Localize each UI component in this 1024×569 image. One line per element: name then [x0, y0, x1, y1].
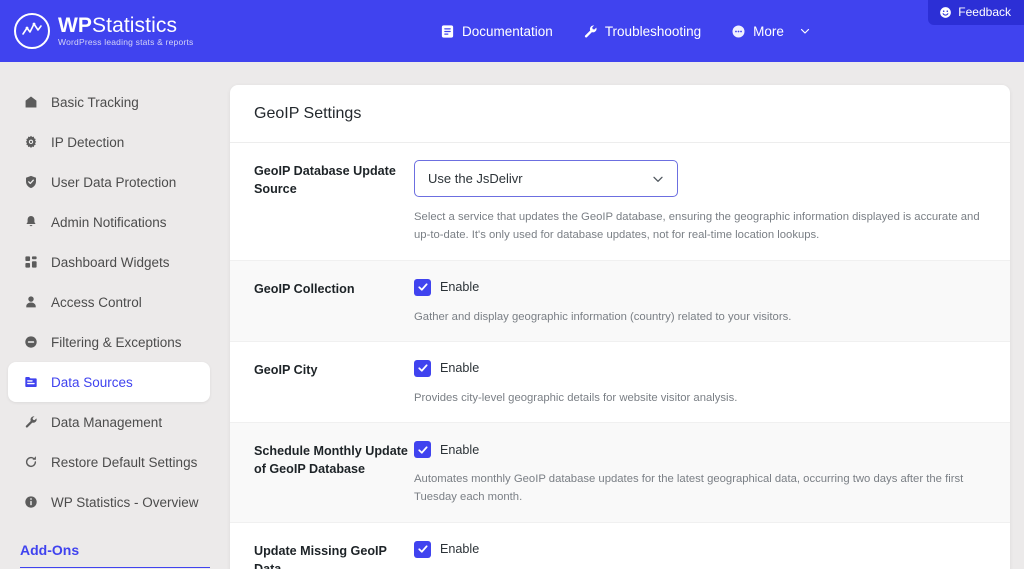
schedule-monthly-update-checkbox[interactable] — [414, 441, 431, 459]
bell-icon — [22, 215, 39, 229]
wrench-icon — [583, 24, 598, 39]
setting-row-schedule-monthly-update: Schedule Monthly Update of GeoIP Databas… — [230, 423, 1010, 523]
sidebar-item-access-control[interactable]: Access Control — [8, 282, 210, 322]
nav-item-more[interactable]: More — [731, 24, 811, 39]
sidebar-label: Data Management — [51, 414, 163, 430]
logo[interactable]: WPStatistics WordPress leading stats & r… — [14, 13, 193, 49]
sidebar-item-restore-default-settings[interactable]: Restore Default Settings — [8, 442, 210, 482]
sidebar-item-admin-notifications[interactable]: Admin Notifications — [8, 202, 210, 242]
sidebar-addons-link[interactable]: Add-Ons — [20, 542, 210, 568]
sidebar-label: Filtering & Exceptions — [51, 334, 182, 350]
setting-row-geoip-city: GeoIP City Enable Provides city-level ge… — [230, 342, 1010, 424]
setting-row-geoip-collection: GeoIP Collection Enable Gather and displ… — [230, 260, 1010, 342]
sidebar-item-wp-statistics-overview[interactable]: WP Statistics - Overview — [8, 482, 210, 522]
logo-title-bold: WP — [58, 14, 93, 38]
page-body: Basic Tracking IP Detection User Data Pr… — [0, 62, 1024, 569]
info-icon — [22, 495, 39, 509]
sidebar-label: Dashboard Widgets — [51, 254, 170, 270]
checkbox-label: Enable — [440, 442, 480, 457]
sidebar-label: Access Control — [51, 294, 142, 310]
shield-icon — [22, 175, 39, 189]
sidebar-label: WP Statistics - Overview — [51, 494, 199, 510]
chevron-down-icon — [651, 172, 665, 186]
setting-label: Schedule Monthly Update of GeoIP Databas… — [254, 444, 408, 477]
sidebar-item-data-sources[interactable]: Data Sources — [8, 362, 210, 402]
sidebar-item-filtering-exceptions[interactable]: Filtering & Exceptions — [8, 322, 210, 362]
nav-label-more: More — [753, 23, 784, 39]
nav-item-troubleshooting[interactable]: Troubleshooting — [583, 24, 701, 39]
setting-label: GeoIP Collection — [254, 281, 355, 296]
feedback-label: Feedback — [958, 5, 1011, 19]
page-title: GeoIP Settings — [254, 105, 362, 122]
chevron-down-icon — [799, 25, 811, 37]
logo-title: WPStatistics — [58, 15, 193, 36]
refresh-icon — [22, 455, 39, 469]
home-icon — [22, 95, 39, 109]
checkbox-label: Enable — [440, 542, 480, 557]
sidebar-item-dashboard-widgets[interactable]: Dashboard Widgets — [8, 242, 210, 282]
sidebar: Basic Tracking IP Detection User Data Pr… — [0, 62, 230, 568]
sidebar-item-ip-detection[interactable]: IP Detection — [8, 122, 210, 162]
nav-item-documentation[interactable]: Documentation — [440, 24, 553, 39]
user-icon — [22, 295, 39, 309]
checkbox-label: Enable — [440, 280, 480, 295]
geoip-collection-checkbox[interactable] — [414, 278, 431, 296]
setting-hint: Provides city-level geographic details f… — [414, 391, 738, 404]
nav-label-troubleshooting: Troubleshooting — [604, 23, 702, 39]
nav-label-documentation: Documentation — [462, 23, 553, 39]
wp-statistics-logo-icon — [14, 13, 50, 49]
feedback-button[interactable]: Feedback — [928, 0, 1024, 25]
sidebar-label: IP Detection — [51, 134, 125, 150]
setting-row-update-missing-geoip-data: Update Missing GeoIP Data Enable Fills i… — [230, 523, 1010, 569]
select-value: Use the JsDelivr — [428, 171, 523, 186]
setting-label: Update Missing GeoIP Data — [254, 543, 387, 569]
main-content: GeoIP Settings GeoIP Database Update Sou… — [230, 62, 1024, 569]
minus-circle-icon — [22, 335, 39, 349]
setting-row-geoip-update-source: GeoIP Database Update Source Use the JsD… — [230, 143, 1010, 261]
app-header: WPStatistics WordPress leading stats & r… — [0, 0, 1024, 62]
gear-icon — [22, 135, 39, 149]
sidebar-item-basic-tracking[interactable]: Basic Tracking — [8, 82, 210, 122]
sidebar-item-user-data-protection[interactable]: User Data Protection — [8, 162, 210, 202]
sidebar-label: Basic Tracking — [51, 94, 139, 110]
setting-hint: Select a service that updates the GeoIP … — [414, 211, 980, 242]
setting-hint: Gather and display geographic informatio… — [414, 310, 792, 323]
update-missing-geoip-data-checkbox[interactable] — [414, 540, 431, 558]
folder-icon — [22, 375, 39, 389]
sidebar-label: Admin Notifications — [51, 214, 167, 230]
header-nav: Documentation Troubleshooting More — [440, 0, 811, 62]
sidebar-label: Data Sources — [51, 374, 133, 390]
geoip-city-checkbox[interactable] — [414, 359, 431, 377]
sidebar-label: User Data Protection — [51, 174, 177, 190]
setting-label: GeoIP City — [254, 362, 318, 377]
smiley-icon — [939, 6, 952, 19]
geoip-update-source-select[interactable]: Use the JsDelivr — [414, 160, 678, 197]
card-header: GeoIP Settings — [230, 85, 1010, 143]
geoip-settings-card: GeoIP Settings GeoIP Database Update Sou… — [230, 85, 1010, 569]
ellipsis-circle-icon — [731, 24, 746, 39]
sidebar-item-data-management[interactable]: Data Management — [8, 402, 210, 442]
sidebar-label: Restore Default Settings — [51, 454, 198, 470]
document-icon — [440, 24, 455, 39]
setting-hint: Automates monthly GeoIP database updates… — [414, 473, 964, 504]
grid-icon — [22, 255, 39, 269]
checkbox-label: Enable — [440, 361, 480, 376]
setting-label: GeoIP Database Update Source — [254, 164, 396, 197]
logo-title-rest: Statistics — [92, 14, 178, 38]
logo-tagline: WordPress leading stats & reports — [58, 37, 194, 48]
wrench-icon — [22, 415, 39, 429]
